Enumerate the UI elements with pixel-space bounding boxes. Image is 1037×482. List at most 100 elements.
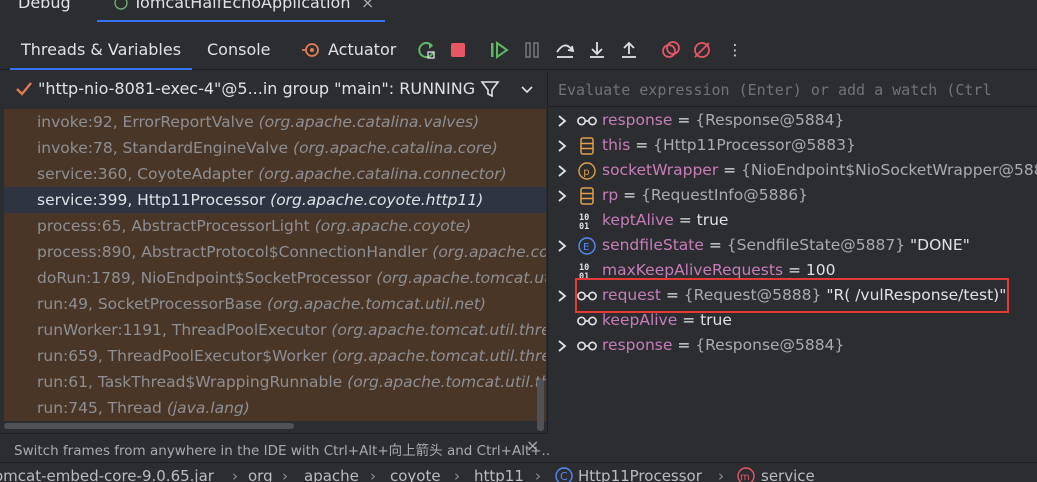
stack-frame[interactable]: run:745, Thread (java.lang) xyxy=(4,395,546,421)
expand-arrow-icon[interactable] xyxy=(556,239,568,253)
resume-icon[interactable] xyxy=(488,39,510,61)
thread-name: "http-nio-8081-exec-4"@5...in group "mai… xyxy=(38,79,476,98)
variable-extra: true xyxy=(700,311,732,329)
class-icon: C xyxy=(555,467,573,482)
step-out-icon[interactable] xyxy=(618,39,640,61)
variable-row-response[interactable]: response = {Response@5884} xyxy=(549,334,1037,359)
step-into-icon[interactable] xyxy=(586,39,608,61)
variable-equals: = xyxy=(718,161,742,179)
breadcrumb-method[interactable]: service xyxy=(761,467,815,482)
frame-method: process:65, AbstractProcessorLight xyxy=(37,217,315,235)
stack-frame[interactable]: run:49, SocketProcessorBase (org.apache.… xyxy=(4,291,546,317)
expand-arrow-icon[interactable] xyxy=(556,189,568,203)
stack-frame[interactable]: run:659, ThreadPoolExecutor$Worker (org.… xyxy=(4,343,546,369)
variable-equals: = xyxy=(673,211,697,229)
variable-extra: true xyxy=(696,211,729,229)
run-config-tab-label: TomcatHalfEchoApplication xyxy=(133,0,351,12)
evaluate-expression-input[interactable] xyxy=(558,79,1037,101)
debug-toolbar: Threads & Variables Console Actuator ⋮ xyxy=(0,30,1037,70)
breadcrumb-class[interactable]: Http11Processor xyxy=(578,467,702,482)
expand-arrow-icon[interactable] xyxy=(556,339,568,353)
frame-package: (org.apache.coyote) xyxy=(314,217,472,235)
variable-name: response xyxy=(602,336,673,354)
variable-row-this[interactable]: this = {Http11Processor@5883} xyxy=(549,134,1037,159)
title-bar: Debug TomcatHalfEchoApplication × xyxy=(0,0,1037,22)
variable-equals: = xyxy=(703,236,727,254)
frame-method: process:890, AbstractProtocol$Connection… xyxy=(37,243,433,261)
frame-method: run:49, SocketProcessorBase xyxy=(37,295,268,313)
expand-arrow-icon[interactable] xyxy=(556,139,568,153)
check-icon xyxy=(14,79,34,99)
variable-name: keepAlive xyxy=(602,311,678,329)
close-hint-icon[interactable]: × xyxy=(526,436,539,455)
watch-glasses-icon xyxy=(577,112,597,130)
mute-breakpoints-icon[interactable] xyxy=(691,39,713,61)
frame-package: (org.apache.tomcat.util.thr xyxy=(347,373,546,391)
breadcrumb-jar[interactable]: omcat-embed-core-9.0.65.jar xyxy=(0,467,214,482)
variable-equals: = xyxy=(630,136,654,154)
variable-name: this xyxy=(602,136,631,154)
frame-method: run:659, ThreadPoolExecutor$Worker xyxy=(37,347,332,365)
breadcrumb-org[interactable]: org xyxy=(248,467,273,482)
parameter-icon: p xyxy=(577,162,597,180)
pause-icon[interactable] xyxy=(521,39,543,61)
highlight-annotation-box xyxy=(575,278,1009,313)
variable-text: rp = {RequestInfo@5886} xyxy=(602,186,808,204)
variable-value: {Response@5884} xyxy=(695,111,845,129)
chevron-down-icon[interactable] xyxy=(519,81,535,97)
frame-method: doRun:1789, NioEndpoint$SocketProcessor xyxy=(37,269,377,287)
tab-actuator[interactable]: Actuator xyxy=(328,30,396,70)
stack-frame[interactable]: invoke:78, StandardEngineValve (org.apac… xyxy=(4,135,546,161)
view-breakpoints-icon[interactable] xyxy=(660,39,682,61)
frame-method: invoke:92, ErrorReportValve xyxy=(37,113,259,131)
close-tab-icon[interactable]: × xyxy=(361,0,374,12)
hint-text: Switch frames from anywhere in the IDE w… xyxy=(14,443,551,459)
rerun-icon[interactable] xyxy=(416,39,438,61)
variable-row-sendfilestate[interactable]: EsendfileState = {SendfileState@5887} "D… xyxy=(549,234,1037,259)
debug-tool-window-title: Debug xyxy=(18,0,71,12)
stack-frame[interactable]: service:360, CoyoteAdapter (org.apache.c… xyxy=(4,161,546,187)
stack-frame[interactable]: doRun:1789, NioEndpoint$SocketProcessor … xyxy=(4,265,546,291)
expand-arrow-icon[interactable] xyxy=(556,114,568,128)
svg-text:m: m xyxy=(740,472,750,482)
breadcrumb-http11[interactable]: http11 xyxy=(474,467,524,482)
stack-frame[interactable]: process:65, AbstractProcessorLight (org.… xyxy=(4,213,546,239)
frames-pane: "http-nio-8081-exec-4"@5...in group "mai… xyxy=(0,71,551,461)
binary-icon: 10 01 xyxy=(577,212,597,230)
method-icon: m xyxy=(737,467,755,482)
filter-icon[interactable] xyxy=(480,79,500,99)
variable-extra: 100 xyxy=(805,261,836,279)
run-config-tab[interactable]: TomcatHalfEchoApplication × xyxy=(97,0,385,22)
thread-selector[interactable]: "http-nio-8081-exec-4"@5...in group "mai… xyxy=(0,71,548,109)
breadcrumb-apache[interactable]: apache xyxy=(304,467,359,482)
stack-frame[interactable]: run:61, TaskThread$WrappingRunnable (org… xyxy=(4,369,546,395)
horizontal-scrollbar[interactable] xyxy=(4,423,294,429)
variable-row-response[interactable]: response = {Response@5884} xyxy=(549,109,1037,134)
stack-frame[interactable]: runWorker:1191, ThreadPoolExecutor (org.… xyxy=(4,317,546,343)
stop-icon[interactable] xyxy=(447,39,469,61)
expand-arrow-icon[interactable] xyxy=(556,289,568,303)
stack-frame[interactable]: process:890, AbstractProtocol$Connection… xyxy=(4,239,546,265)
frame-package: (java.lang) xyxy=(166,399,250,417)
variable-name: sendfileState xyxy=(602,236,704,254)
expand-arrow-icon[interactable] xyxy=(556,164,568,178)
variable-name: maxKeepAliveRequests xyxy=(602,261,784,279)
tab-console[interactable]: Console xyxy=(207,30,271,70)
vertical-scrollbar[interactable] xyxy=(537,379,544,431)
variable-row-keptalive[interactable]: 10 01 keptAlive = true xyxy=(549,209,1037,234)
step-over-icon[interactable] xyxy=(554,39,576,61)
stack-frame-selected[interactable]: service:399, Http11Processor (org.apache… xyxy=(4,187,546,213)
more-actions-icon[interactable]: ⋮ xyxy=(724,39,746,61)
variable-text: sendfileState = {SendfileState@5887} "DO… xyxy=(602,236,970,254)
variables-pane: response = {Response@5884} this = {Http11… xyxy=(549,71,1037,461)
variable-row-rp[interactable]: rp = {RequestInfo@5886} xyxy=(549,184,1037,209)
stack-frame[interactable]: invoke:92, ErrorReportValve (org.apache.… xyxy=(4,109,546,135)
frame-method: run:61, TaskThread$WrappingRunnable xyxy=(37,373,348,391)
stack-frame-list: invoke:92, ErrorReportValve (org.apache.… xyxy=(4,109,546,421)
breadcrumb-coyote[interactable]: coyote xyxy=(390,467,441,482)
variable-row-socketwrapper[interactable]: p socketWrapper = {NioEndpoint$NioSocketW… xyxy=(549,159,1037,184)
breadcrumb-separator-icon: › xyxy=(454,467,460,482)
field-stack-icon xyxy=(577,137,597,155)
tab-threads-variables[interactable]: Threads & Variables xyxy=(10,30,193,70)
variable-equals: = xyxy=(672,111,696,129)
